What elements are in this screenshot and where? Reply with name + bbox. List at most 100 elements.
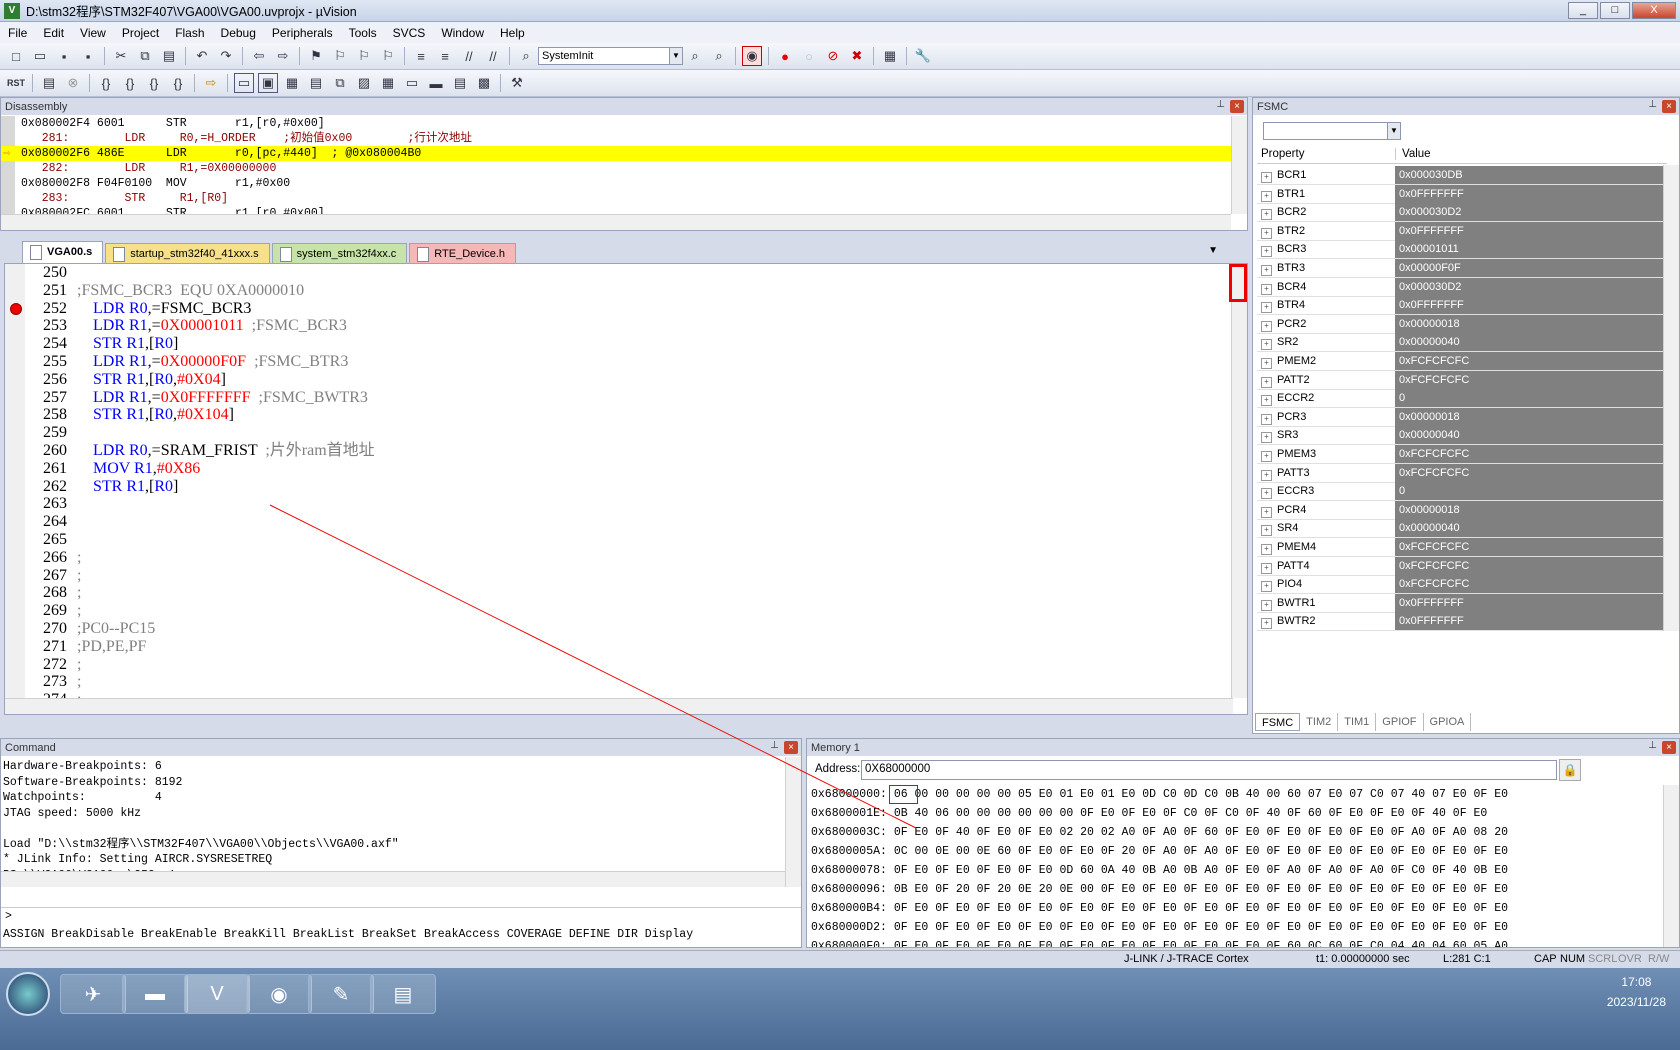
command-hscroll[interactable]	[1, 871, 785, 887]
analysis-window-icon[interactable]: ▬	[426, 73, 446, 93]
disassembly-source-line[interactable]: 283: STR R1,[R0]	[1, 191, 1231, 206]
register-value[interactable]: 0x0FFFFFFF	[1395, 184, 1667, 203]
memory-line[interactable]: 0x680000F0: 0F E0 0F E0 0F E0 0F E0 0F E…	[809, 937, 1663, 947]
command-window-icon[interactable]: ▭	[234, 73, 254, 93]
taskbar-app-bird-icon[interactable]: ✈	[60, 974, 126, 1014]
taskbar-chrome-icon[interactable]: ◉	[246, 974, 312, 1014]
disassembly-line[interactable]: 0x080002F8 F04F0100 MOV r1,#0x00	[1, 176, 1231, 191]
tab-tim2[interactable]: TIM2	[1300, 713, 1339, 731]
memory-line[interactable]: 0x68000096: 0B E0 0F 20 0F 20 0E 20 0E 0…	[809, 880, 1663, 899]
disable-breakpoints-icon[interactable]: ⊘	[823, 46, 843, 66]
registers-window-icon[interactable]: ▤	[306, 73, 326, 93]
register-value[interactable]: 0x000030D2	[1395, 277, 1667, 296]
pin-icon[interactable]: ⊥	[770, 740, 779, 751]
code-line[interactable]: 269;	[25, 602, 81, 620]
register-value[interactable]: 0x00001011	[1395, 240, 1667, 259]
register-row[interactable]: PCR40x00000018	[1257, 500, 1667, 520]
register-value[interactable]: 0x00000040	[1395, 519, 1667, 538]
register-row[interactable]: SR30x00000040	[1257, 426, 1667, 446]
code-line[interactable]: 253 LDR R1,=0X00001011 ;FSMC_BCR3	[25, 317, 347, 335]
register-row[interactable]: BTR30x00000F0F	[1257, 259, 1667, 278]
register-row[interactable]: BCR10x000030DB	[1257, 166, 1667, 185]
register-row[interactable]: BCR20x000030D2	[1257, 203, 1667, 223]
minimize-button[interactable]: _	[1568, 2, 1598, 19]
taskbar-paint-icon[interactable]: ✎	[308, 974, 374, 1014]
register-row[interactable]: SR40x00000040	[1257, 519, 1667, 539]
open-file-icon[interactable]: ▭	[30, 46, 50, 66]
fsmc-vscroll[interactable]	[1663, 165, 1679, 631]
code-line[interactable]: 258 STR R1,[R0,#0X104]	[25, 406, 234, 424]
taskbar-explorer-icon[interactable]: ▬	[122, 974, 188, 1014]
code-line[interactable]: 250	[25, 264, 77, 282]
code-line[interactable]: 257 LDR R1,=0X0FFFFFFF ;FSMC_BWTR3	[25, 389, 368, 407]
menu-view[interactable]: View	[72, 26, 114, 40]
register-value[interactable]: 0x00000018	[1395, 407, 1667, 426]
address-input[interactable]: 0X68000000	[861, 760, 1557, 780]
new-file-icon[interactable]: □	[6, 46, 26, 66]
register-row[interactable]: PATT40xFCFCFCFC	[1257, 556, 1667, 576]
fsmc-filter-combo[interactable]: ▼	[1263, 122, 1401, 140]
menu-edit[interactable]: Edit	[35, 26, 72, 40]
bookmark-next-icon[interactable]: ⚐	[354, 46, 374, 66]
register-value[interactable]: 0xFCFCFCFC	[1395, 538, 1667, 556]
register-row[interactable]: BWTR20x0FFFFFFF	[1257, 612, 1667, 632]
tab-vga00-s[interactable]: VGA00.s	[22, 241, 104, 263]
register-value[interactable]: 0x00000040	[1395, 426, 1667, 445]
maximize-button[interactable]: □	[1600, 2, 1630, 19]
save-icon[interactable]: ▪	[54, 46, 74, 66]
current-instruction-line[interactable]: ⇨ 0x080002F6 486E LDR r0,[pc,#440] ; @0x0…	[1, 146, 1231, 161]
register-value[interactable]: 0	[1395, 389, 1667, 408]
disassembly-window-icon[interactable]: ▣	[258, 73, 278, 93]
menu-tools[interactable]: Tools	[341, 26, 385, 40]
memory-line[interactable]: 0x68000000: 06 00 00 00 00 00 05 E0 01 E…	[809, 785, 1663, 804]
bookmark-prev-icon[interactable]: ⚐	[330, 46, 350, 66]
register-value[interactable]: 0x000030D2	[1395, 203, 1667, 222]
register-row[interactable]: PMEM30xFCFCFCFC	[1257, 445, 1667, 464]
menu-debug[interactable]: Debug	[213, 26, 264, 40]
comment-icon[interactable]: //	[459, 46, 479, 66]
register-value[interactable]: 0xFCFCFCFC	[1395, 352, 1667, 370]
taskbar-uvision-icon[interactable]: V	[184, 974, 250, 1014]
editor-hscroll[interactable]	[5, 698, 1233, 714]
register-value[interactable]: 0x00000018	[1395, 500, 1667, 519]
paste-icon[interactable]: ▤	[159, 46, 179, 66]
pin-icon[interactable]: ⊥	[1648, 99, 1657, 110]
disassembly-line[interactable]: 0x080002FC 6001 STR r1,[r0,#0x00]	[1, 206, 1231, 214]
indent-icon[interactable]: ≡	[411, 46, 431, 66]
call-stack-icon[interactable]: ⧉	[330, 73, 350, 93]
register-value[interactable]: 0xFCFCFCFC	[1395, 575, 1667, 594]
stop-icon[interactable]: ⊗	[63, 73, 83, 93]
step-into-icon[interactable]: {}	[96, 73, 116, 93]
editor-vscroll[interactable]	[1231, 264, 1247, 698]
property-column-header[interactable]: Property	[1257, 148, 1395, 160]
tab-gpioa[interactable]: GPIOA	[1424, 713, 1472, 731]
register-row[interactable]: ECCR20	[1257, 389, 1667, 409]
code-line[interactable]: 271 ;PD,PE,PF	[25, 638, 146, 656]
code-line[interactable]: 259	[25, 424, 77, 442]
register-row[interactable]: ECCR30	[1257, 482, 1667, 502]
code-line[interactable]: 267;	[25, 567, 81, 585]
code-line[interactable]: 260 LDR R0,=SRAM_FRIST ;片外ram首地址	[25, 442, 375, 460]
close-button[interactable]: X	[1632, 2, 1676, 19]
pin-icon[interactable]: ⊥	[1216, 99, 1225, 110]
register-value[interactable]: 0x00000018	[1395, 314, 1667, 333]
function-combo[interactable]: SystemInit ▼	[538, 47, 683, 65]
register-row[interactable]: BTR10x0FFFFFFF	[1257, 184, 1667, 204]
watch-window-icon[interactable]: ▨	[354, 73, 374, 93]
code-line[interactable]: 272;	[25, 656, 81, 674]
code-line[interactable]: 262 STR R1,[R0]	[25, 478, 178, 496]
close-icon[interactable]: ×	[784, 741, 798, 754]
bookmark-clear-icon[interactable]: ⚐	[378, 46, 398, 66]
kill-breakpoints-icon[interactable]: ✖	[847, 46, 867, 66]
register-value[interactable]: 0xFCFCFCFC	[1395, 445, 1667, 463]
value-column-header[interactable]: Value	[1395, 147, 1431, 160]
code-line[interactable]: 265	[25, 531, 77, 549]
register-value[interactable]: 0xFCFCFCFC	[1395, 463, 1667, 482]
undo-icon[interactable]: ↶	[192, 46, 212, 66]
pin-icon[interactable]: ⊥	[1648, 740, 1657, 751]
register-row[interactable]: PIO40xFCFCFCFC	[1257, 575, 1667, 595]
register-row[interactable]: BCR30x00001011	[1257, 240, 1667, 260]
debug-session-icon[interactable]: ◉	[742, 46, 762, 66]
disassembly-line[interactable]: 0x080002F4 6001 STR r1,[r0,#0x00]	[1, 116, 1231, 131]
disassembly-source-line[interactable]: 281: LDR R0,=H_ORDER ;初始值0x00 ;行计次地址	[1, 131, 1231, 146]
